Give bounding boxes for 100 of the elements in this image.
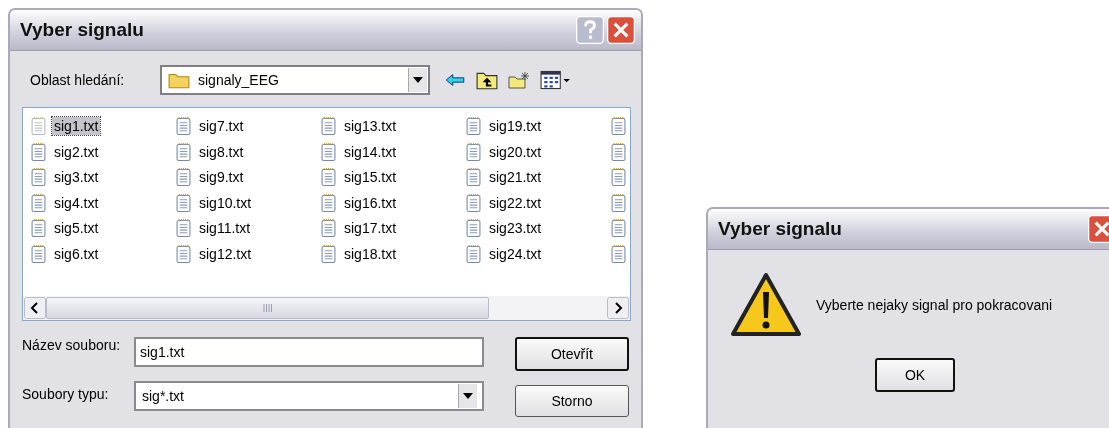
file-item[interactable]: sig7.txt: [176, 114, 321, 138]
text-file-icon: [31, 116, 46, 136]
file-item[interactable]: sig3.txt: [31, 165, 176, 189]
file-name: sig2.txt: [53, 142, 100, 161]
file-name: sig15.txt: [343, 168, 398, 186]
text-file-icon: [611, 192, 626, 213]
folder-icon: [168, 71, 190, 89]
file-item[interactable]: sig15.txt: [321, 165, 466, 189]
file-item[interactable]: sig8.txt: [176, 139, 321, 164]
text-file-icon: [176, 243, 191, 264]
file-name: sig9.txt: [198, 168, 245, 186]
text-file-icon: [466, 141, 481, 162]
file-name: sig19.txt: [488, 117, 543, 135]
file-name-field[interactable]: sig1.txt: [134, 337, 484, 367]
message-text: Vyberte nejaky signal pro pokracovani: [816, 297, 1053, 313]
horizontal-scrollbar[interactable]: [23, 296, 630, 320]
text-file-icon: [176, 116, 191, 136]
file-item[interactable]: sig6.txt: [31, 241, 176, 266]
file-name: sig22.txt: [488, 193, 543, 212]
window-title: Vyber signalu: [718, 218, 842, 240]
file-name: sig8.txt: [198, 142, 245, 161]
file-name: sig21.txt: [488, 168, 543, 186]
file-item[interactable]: sig12.txt: [176, 241, 321, 266]
window-title: Vyber signalu: [20, 19, 144, 41]
scroll-left-button[interactable]: [24, 297, 46, 319]
text-file-icon: [611, 116, 626, 136]
file-item[interactable]: sig2.txt: [31, 139, 176, 164]
text-file-icon: [466, 218, 481, 238]
file-item[interactable]: sig11.txt: [176, 216, 321, 240]
file-item[interactable]: sig23.txt: [466, 216, 611, 240]
file-item[interactable]: sig16.txt: [321, 190, 466, 215]
file-name: sig20.txt: [488, 142, 543, 161]
file-name: sig6.txt: [53, 244, 100, 263]
text-file-icon: [31, 192, 46, 213]
open-button[interactable]: Otevřít: [515, 337, 629, 371]
file-name: sig14.txt: [343, 142, 398, 161]
text-file-icon: [466, 192, 481, 213]
file-type-label: Soubory typu:: [22, 385, 110, 403]
text-file-icon: [31, 218, 46, 238]
file-name: sig10.txt: [198, 193, 253, 212]
text-file-icon: [611, 243, 626, 264]
warning-icon: [730, 272, 802, 338]
text-file-icon: [611, 218, 626, 238]
file-item[interactable]: sig24.txt: [466, 241, 611, 266]
text-file-icon: [321, 167, 336, 187]
file-name: sig24.txt: [488, 244, 543, 263]
file-item[interactable]: sig1.txt: [31, 114, 176, 138]
file-name: sig11.txt: [198, 219, 252, 237]
file-item[interactable]: sig17.txt: [321, 216, 466, 240]
file-name: sig17.txt: [343, 219, 398, 237]
file-item[interactable]: sig20.txt: [466, 139, 611, 164]
file-item[interactable]: sig13.txt: [321, 114, 466, 138]
look-in-dropdown[interactable]: signaly_EEG: [160, 65, 430, 95]
ok-button[interactable]: OK: [875, 358, 955, 392]
look-in-label: Oblast hledání:: [29, 72, 126, 88]
file-name: sig5.txt: [53, 219, 100, 237]
file-name: sig18.txt: [343, 244, 398, 263]
file-name: sig7.txt: [198, 117, 245, 135]
file-item[interactable]: sig9.txt: [176, 165, 321, 189]
text-file-icon: [466, 116, 481, 136]
scroll-thumb[interactable]: [46, 297, 489, 319]
file-name: sig1.txt: [52, 117, 101, 135]
text-file-icon: [321, 243, 336, 264]
file-item[interactable]: sig22.txt: [466, 190, 611, 215]
text-file-icon: [321, 141, 336, 162]
text-file-icon: [31, 167, 46, 187]
text-file-icon: [611, 167, 626, 187]
file-name: sig3.txt: [53, 168, 100, 186]
file-item[interactable]: sig5.txt: [31, 216, 176, 240]
new-folder-icon[interactable]: [508, 70, 530, 90]
file-item[interactable]: sig21.txt: [466, 165, 611, 189]
view-menu-icon[interactable]: [540, 70, 572, 90]
file-item[interactable]: sig4.txt: [31, 190, 176, 215]
cancel-button[interactable]: Storno: [515, 385, 629, 417]
file-item[interactable]: sig18.txt: [321, 241, 466, 266]
text-file-icon: [176, 167, 191, 187]
text-file-icon: [31, 243, 46, 264]
file-name: sig23.txt: [488, 219, 543, 237]
file-name-label: Název souboru:: [22, 337, 122, 354]
file-name: sig4.txt: [53, 193, 100, 212]
text-file-icon: [176, 218, 191, 238]
text-file-icon: [176, 192, 191, 213]
up-folder-icon[interactable]: [476, 70, 498, 90]
scroll-right-button[interactable]: [607, 297, 629, 319]
close-button[interactable]: [607, 16, 635, 44]
text-file-icon: [321, 192, 336, 213]
file-item[interactable]: sig14.txt: [321, 139, 466, 164]
text-file-icon: [321, 218, 336, 238]
file-item[interactable]: sig19.txt: [466, 114, 611, 138]
text-file-icon: [466, 167, 481, 187]
text-file-icon: [321, 116, 336, 136]
file-type-dropdown[interactable]: sig*.txt: [134, 381, 484, 411]
file-item[interactable]: sig10.txt: [176, 190, 321, 215]
text-file-icon: [31, 141, 46, 162]
text-file-icon: [176, 141, 191, 162]
file-name: sig13.txt: [343, 117, 398, 135]
file-name: sig12.txt: [198, 244, 253, 263]
close-button[interactable]: [1088, 215, 1109, 243]
text-file-icon: [466, 243, 481, 264]
text-file-icon: [611, 141, 626, 162]
